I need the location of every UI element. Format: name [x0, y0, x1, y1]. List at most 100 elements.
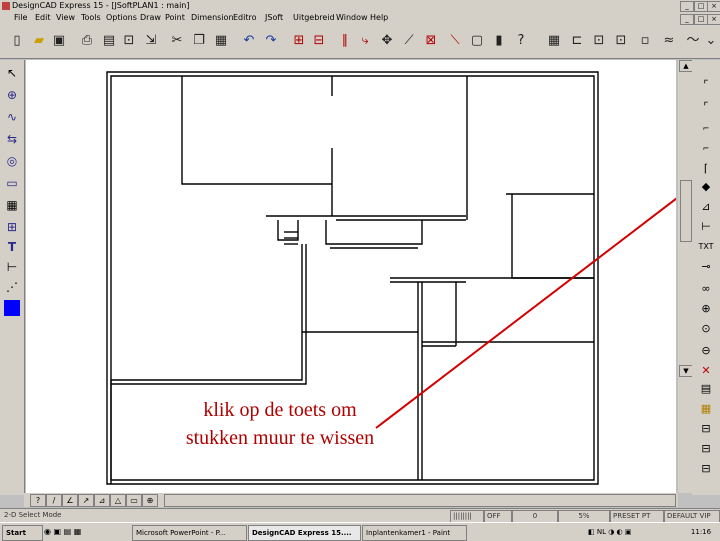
- color-swatch-icon[interactable]: [4, 300, 20, 316]
- save-icon[interactable]: ▣: [50, 32, 68, 50]
- door-icon[interactable]: ⌐: [696, 120, 716, 138]
- column-icon[interactable]: ▮: [490, 32, 508, 50]
- snap-icon[interactable]: ?: [30, 494, 46, 507]
- task-powerpoint[interactable]: Microsoft PowerPoint - P...: [132, 525, 247, 541]
- task-designcad[interactable]: DesignCAD Express 15....: [248, 525, 361, 541]
- zoom-in-icon[interactable]: ⊕: [696, 300, 716, 318]
- menu-tools[interactable]: Tools: [81, 13, 101, 22]
- grid-icon[interactable]: ▦: [3, 196, 21, 214]
- redo-icon[interactable]: ↷: [262, 32, 280, 50]
- more-tools-icon[interactable]: ⌄: [702, 32, 720, 50]
- scroll-down-button[interactable]: ▼: [679, 365, 693, 377]
- stairs-icon[interactable]: ⊿: [696, 198, 716, 216]
- ortho-icon[interactable]: ⊏: [568, 32, 586, 50]
- menu-file[interactable]: File: [14, 13, 27, 22]
- scroll-thumb[interactable]: [680, 180, 692, 242]
- snap-end-icon[interactable]: ↗: [78, 494, 94, 507]
- wave-icon[interactable]: 〜: [684, 32, 702, 50]
- measure-icon[interactable]: ⊢: [696, 218, 716, 236]
- menu-editro[interactable]: Editro: [233, 13, 257, 22]
- menu-edit[interactable]: Edit: [35, 13, 51, 22]
- menu-view[interactable]: View: [56, 13, 75, 22]
- maximize-button[interactable]: □: [694, 1, 708, 12]
- new-icon[interactable]: ▯: [8, 32, 26, 50]
- snap-angle-icon[interactable]: ∠: [62, 494, 78, 507]
- close-button[interactable]: ×: [707, 1, 720, 12]
- text-tool-icon[interactable]: TXT: [696, 238, 716, 256]
- snap-mid-icon[interactable]: ⊿: [94, 494, 110, 507]
- line-style-icon[interactable]: ⊢: [3, 258, 21, 276]
- draw-line-icon[interactable]: ⟋: [400, 32, 418, 50]
- horizontal-scrollbar[interactable]: [164, 494, 676, 507]
- scroll-up-button[interactable]: ▲: [679, 60, 693, 72]
- paste-icon[interactable]: ▦: [212, 32, 230, 50]
- doc-close-button[interactable]: ×: [707, 14, 720, 25]
- move-icon[interactable]: ✥: [378, 32, 396, 50]
- quick-launch[interactable]: ◉ ▣ ▤ ▦: [44, 526, 112, 538]
- zoom-window-icon[interactable]: ⊡: [612, 32, 630, 50]
- help-icon[interactable]: ?: [512, 32, 530, 50]
- shape-icon[interactable]: ⇆: [3, 130, 21, 148]
- copy-icon[interactable]: ❐: [190, 32, 208, 50]
- properties-icon[interactable]: ⊟: [696, 440, 716, 458]
- group-icon[interactable]: ⊠: [422, 32, 440, 50]
- menu-draw[interactable]: Draw: [140, 13, 161, 22]
- task-paint[interactable]: Inplantenkamer1 - Paint: [362, 525, 467, 541]
- key-icon[interactable]: ⊸: [696, 258, 716, 276]
- doc-minimize-button[interactable]: _: [680, 14, 694, 25]
- print-icon[interactable]: ⎙: [78, 32, 96, 50]
- start-button[interactable]: Start: [2, 525, 43, 541]
- zoom-out-icon[interactable]: ⊖: [696, 342, 716, 360]
- dimension-icon[interactable]: ⊞: [3, 218, 21, 236]
- redraw-icon[interactable]: ≈: [660, 32, 678, 50]
- view-icon[interactable]: ⊡: [590, 32, 608, 50]
- snap-grid-icon[interactable]: ▭: [126, 494, 142, 507]
- menu-window[interactable]: Window: [336, 13, 368, 22]
- wall-icon[interactable]: ⌜: [696, 98, 716, 116]
- window-tool-icon[interactable]: ⌐: [696, 140, 716, 158]
- vertical-scrollbar[interactable]: ▲ ▼: [678, 60, 693, 493]
- delete-icon[interactable]: ✕: [696, 362, 716, 380]
- minimize-button[interactable]: _: [680, 1, 694, 12]
- line-icon[interactable]: ⟍: [446, 32, 464, 50]
- eraser-icon[interactable]: ◆: [696, 178, 716, 196]
- undo-icon[interactable]: ↶: [240, 32, 258, 50]
- settings-icon[interactable]: ⊟: [696, 460, 716, 478]
- snap-line-icon[interactable]: /: [46, 494, 62, 507]
- layer-list-icon[interactable]: ▦: [696, 400, 716, 418]
- curve-icon[interactable]: ∿: [3, 108, 21, 126]
- cut-icon[interactable]: ✂: [168, 32, 186, 50]
- roof-icon[interactable]: ⌈: [696, 160, 716, 178]
- dotted-line-icon[interactable]: ⋰: [3, 278, 21, 296]
- layer-panel-icon[interactable]: ▤: [696, 380, 716, 398]
- trim-icon[interactable]: ⤷: [356, 32, 374, 50]
- menu-dimension[interactable]: Dimension: [191, 13, 234, 22]
- layer-icon[interactable]: ⊞: [290, 32, 308, 50]
- snap-center-icon[interactable]: △: [110, 494, 126, 507]
- export-icon[interactable]: ⇲: [142, 32, 160, 50]
- options-icon[interactable]: ⊟: [696, 420, 716, 438]
- wall-corner-icon[interactable]: ⌜: [696, 76, 716, 94]
- zoom-icon[interactable]: ⊙: [696, 320, 716, 338]
- menu-uitgebreid[interactable]: Uitgebreid: [293, 13, 335, 22]
- menu-point[interactable]: Point: [165, 13, 185, 22]
- doc-restore-button[interactable]: □: [694, 14, 708, 25]
- menu-options[interactable]: Options: [106, 13, 137, 22]
- window-icon[interactable]: ▢: [468, 32, 486, 50]
- rectangle-icon[interactable]: ▭: [3, 174, 21, 192]
- snap-point-icon[interactable]: ⊕: [142, 494, 158, 507]
- grid-snap-icon[interactable]: ▦: [545, 32, 563, 50]
- open-icon[interactable]: ▰: [30, 32, 48, 50]
- print-setup-icon[interactable]: ▤: [100, 32, 118, 50]
- menu-help[interactable]: Help: [370, 13, 388, 22]
- select-icon[interactable]: ⊕: [3, 86, 21, 104]
- glasses-icon[interactable]: ∞: [696, 280, 716, 298]
- parallel-icon[interactable]: ∥: [336, 32, 354, 50]
- pointer-icon[interactable]: ↖: [3, 64, 21, 82]
- pan-icon[interactable]: ▫: [636, 32, 654, 50]
- layer-up-icon[interactable]: ⊟: [310, 32, 328, 50]
- circle-icon[interactable]: ◎: [3, 152, 21, 170]
- text-icon[interactable]: T: [3, 238, 21, 256]
- preview-icon[interactable]: ⊡: [120, 32, 138, 50]
- menu-jsoft[interactable]: JSoft: [265, 13, 283, 22]
